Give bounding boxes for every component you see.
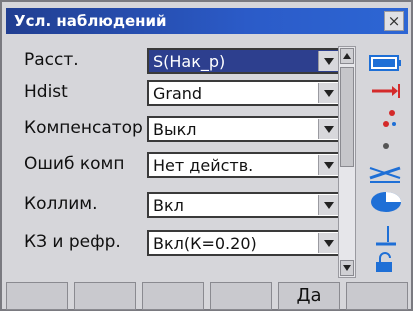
setting-label: Расст. — [24, 50, 79, 70]
tilt-icon — [369, 166, 401, 183]
chevron-down-icon[interactable] — [318, 83, 338, 103]
setting-value: Вкл(К=0.20) — [153, 234, 257, 253]
setting-value: S(Нак_р) — [153, 52, 226, 71]
window-title: Усл. наблюдений — [14, 12, 167, 30]
chevron-down-icon[interactable] — [318, 51, 338, 71]
setting-row-hdist: Hdist Grand — [16, 78, 360, 108]
close-button[interactable]: × — [384, 11, 404, 31]
setting-row-refraction: КЗ и рефр. Вкл(К=0.20) — [16, 228, 360, 258]
setting-value: Grand — [153, 84, 203, 103]
softkey-f1[interactable] — [6, 282, 68, 310]
setting-row-collimation: Коллим. Вкл — [16, 190, 360, 220]
comp-error-select[interactable]: Нет действ. — [147, 152, 341, 178]
setting-row-compensator: Компенсатор Выкл — [16, 114, 360, 144]
dot-icon — [383, 143, 389, 149]
scroll-thumb[interactable] — [340, 67, 354, 167]
chevron-down-icon[interactable] — [318, 233, 338, 253]
setting-label: Компенсатор — [24, 118, 143, 138]
chevron-down-icon[interactable] — [318, 195, 338, 215]
setting-value: Вкл — [153, 196, 184, 215]
distance-select[interactable]: S(Нак_р) — [147, 48, 341, 74]
yes-button[interactable]: Да — [278, 282, 340, 310]
setting-row-distance: Расст. S(Нак_р) — [16, 46, 360, 76]
lock-icon — [376, 252, 392, 272]
dialog-window: Усл. наблюдений × Расст. S(Нак_р) Hdist … — [0, 0, 413, 311]
compensator-select[interactable]: Выкл — [147, 116, 341, 142]
softkey-f2[interactable] — [74, 282, 136, 310]
setting-label: КЗ и рефр. — [24, 232, 121, 252]
vertical-scrollbar[interactable] — [338, 46, 356, 278]
softkey-f3[interactable] — [142, 282, 204, 310]
hdist-select[interactable]: Grand — [147, 80, 341, 106]
softkey-f4[interactable] — [210, 282, 272, 310]
chevron-down-icon[interactable] — [318, 155, 338, 175]
refraction-select[interactable]: Вкл(К=0.20) — [147, 230, 341, 256]
setting-value: Выкл — [153, 120, 197, 139]
scroll-down-button[interactable] — [340, 260, 354, 276]
scroll-up-button[interactable] — [340, 48, 354, 64]
setting-label: Ошиб комп — [24, 154, 125, 174]
collimation-select[interactable]: Вкл — [147, 192, 341, 218]
softkey-f6[interactable] — [346, 282, 408, 310]
softkey-bar: Да — [6, 282, 408, 310]
setting-label: Коллим. — [24, 194, 98, 214]
settings-list: Расст. S(Нак_р) Hdist Grand Компенсатор … — [16, 46, 360, 278]
disk-icon — [371, 192, 401, 212]
setting-label: Hdist — [24, 82, 68, 102]
target-mode-icon — [372, 84, 400, 98]
level-icon — [376, 226, 396, 246]
setting-value: Нет действ. — [153, 156, 254, 175]
status-icon-bar — [360, 38, 408, 278]
edm-icon — [383, 110, 396, 127]
title-bar: Усл. наблюдений × — [6, 8, 408, 34]
battery-icon — [369, 55, 401, 71]
setting-row-comp-error: Ошиб комп Нет действ. — [16, 150, 360, 180]
chevron-down-icon[interactable] — [318, 119, 338, 139]
